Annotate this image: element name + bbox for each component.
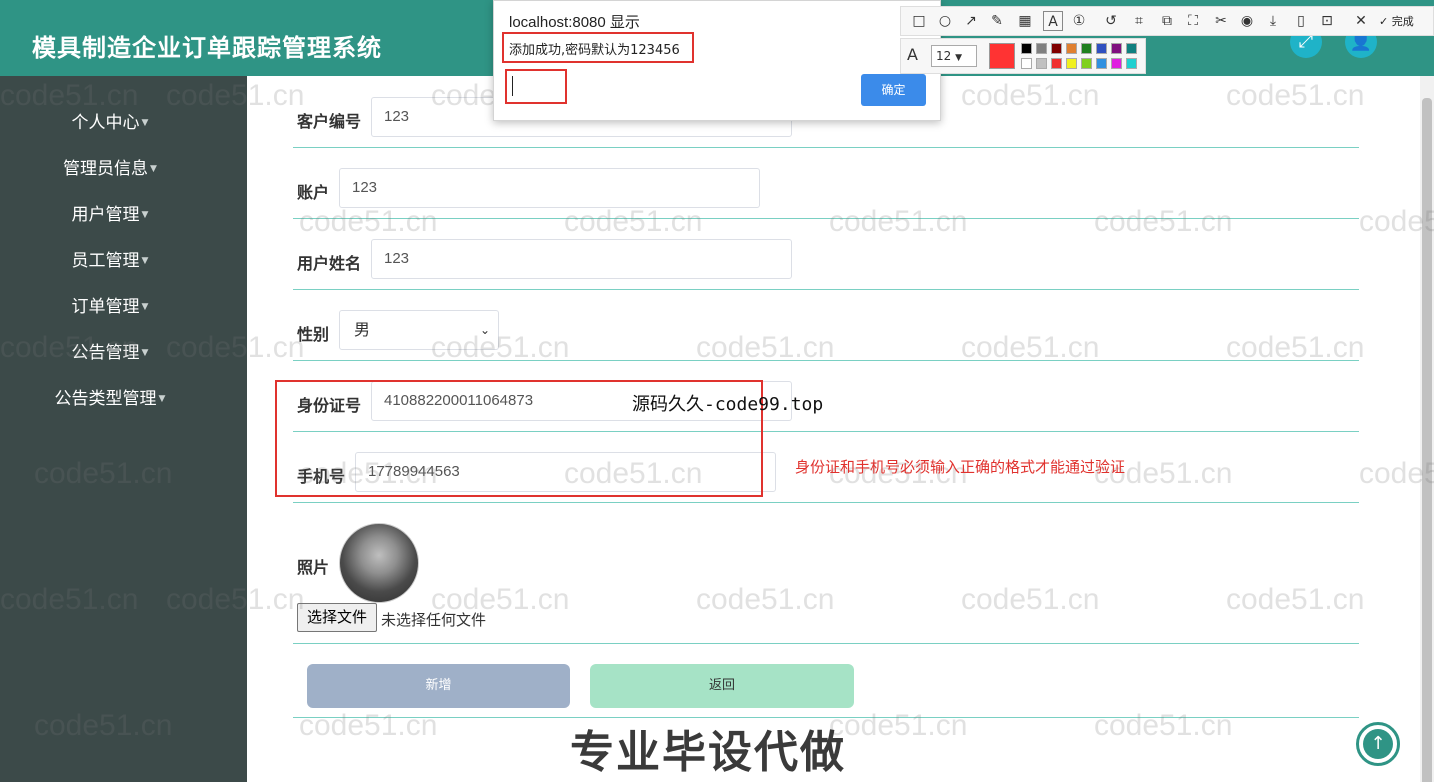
pin-icon[interactable]: ✂ bbox=[1211, 11, 1231, 31]
row-divider bbox=[293, 502, 1359, 503]
source-note: 源码久久-code99.top bbox=[632, 394, 824, 415]
phone-icon[interactable]: ▯ bbox=[1291, 11, 1311, 31]
color-swatch[interactable] bbox=[1051, 43, 1062, 54]
sidebar-item-order-management[interactable]: 订单管理 ▼ bbox=[0, 292, 220, 317]
caret-down-icon: ▼ bbox=[141, 348, 149, 358]
color-swatch[interactable] bbox=[1096, 58, 1107, 69]
caret-down-icon: ▼ bbox=[955, 53, 963, 63]
caret-down-icon: ▼ bbox=[141, 302, 149, 312]
sidebar-item-admin-info[interactable]: 管理员信息 ▼ bbox=[0, 154, 220, 179]
add-button[interactable]: 新增 bbox=[307, 664, 570, 708]
color-swatch[interactable] bbox=[1111, 58, 1122, 69]
text-icon[interactable]: A bbox=[1043, 11, 1063, 31]
color-swatch[interactable] bbox=[1126, 43, 1137, 54]
sidebar bbox=[0, 76, 247, 782]
color-swatch[interactable] bbox=[1126, 58, 1137, 69]
caret-down-icon: ▼ bbox=[141, 256, 149, 266]
font-size-select[interactable]: 12 ▼ bbox=[931, 45, 977, 67]
download-icon[interactable]: ⤓ bbox=[1263, 11, 1283, 31]
choose-file-button[interactable]: 选择文件 bbox=[297, 603, 377, 632]
caret-down-icon: ▼ bbox=[141, 210, 149, 220]
circle-icon[interactable]: ○ bbox=[935, 11, 955, 31]
sidebar-item-user-management[interactable]: 用户管理 ▼ bbox=[0, 200, 220, 225]
color-swatch[interactable] bbox=[1036, 58, 1047, 69]
record-icon[interactable]: ◉ bbox=[1237, 11, 1257, 31]
avatar bbox=[339, 523, 419, 603]
check-icon: ✓ bbox=[1379, 15, 1389, 28]
user-name-input[interactable]: 123 bbox=[371, 239, 792, 279]
file-status: 未选择任何文件 bbox=[381, 611, 487, 629]
scrollbar[interactable] bbox=[1420, 76, 1434, 782]
row-divider bbox=[293, 218, 1359, 219]
sidebar-item-notice-management[interactable]: 公告管理 ▼ bbox=[0, 338, 220, 363]
dialog-title: localhost:8080 显示 bbox=[509, 14, 640, 31]
sidebar-item-label: 个人中心 bbox=[71, 113, 140, 133]
gender-selected-value: 男 bbox=[354, 320, 371, 339]
dialog-ok-button[interactable]: 确定 bbox=[861, 74, 926, 106]
done-label: 完成 bbox=[1391, 15, 1414, 28]
app-title: 模具制造企业订单跟踪管理系统 bbox=[32, 34, 382, 62]
highlight-box bbox=[502, 32, 694, 63]
pen-icon[interactable]: ✎ bbox=[987, 11, 1007, 31]
rectangle-icon[interactable]: □ bbox=[909, 11, 929, 31]
close-icon[interactable]: ✕ bbox=[1351, 11, 1371, 31]
sidebar-item-notice-type-management[interactable]: 公告类型管理 ▼ bbox=[0, 384, 220, 409]
row-divider bbox=[293, 147, 1359, 148]
sidebar-item-label: 公告管理 bbox=[71, 343, 140, 363]
chevron-down-icon: ⌄ bbox=[479, 323, 490, 337]
number-icon[interactable]: ① bbox=[1069, 11, 1089, 31]
color-swatch[interactable] bbox=[1081, 58, 1092, 69]
arrow-icon[interactable]: ↗ bbox=[961, 11, 981, 31]
undo-icon[interactable]: ↺ bbox=[1101, 11, 1121, 31]
font-size-value: 12 bbox=[936, 49, 952, 63]
color-swatch[interactable] bbox=[1066, 43, 1077, 54]
account-input[interactable]: 123 bbox=[339, 168, 760, 208]
scrollbar-thumb[interactable] bbox=[1422, 98, 1432, 782]
caret-down-icon: ▼ bbox=[150, 164, 157, 174]
color-palette: A 12 ▼ bbox=[900, 38, 1146, 74]
done-button[interactable]: ✓ 完成 bbox=[1379, 13, 1414, 29]
sidebar-item-label: 管理员信息 bbox=[63, 159, 149, 179]
promo-text: 专业毕设代做 bbox=[570, 727, 846, 778]
color-swatch[interactable] bbox=[1081, 43, 1092, 54]
sidebar-item-staff-management[interactable]: 员工管理 ▼ bbox=[0, 246, 220, 271]
row-divider bbox=[293, 289, 1359, 290]
ocr-icon[interactable]: ⧉ bbox=[1157, 11, 1177, 31]
text-cursor bbox=[512, 76, 513, 96]
sidebar-item-label: 用户管理 bbox=[71, 205, 140, 225]
color-swatch[interactable] bbox=[1021, 43, 1032, 54]
color-swatch[interactable] bbox=[1111, 43, 1122, 54]
color-swatch[interactable] bbox=[1021, 58, 1032, 69]
sidebar-item-label: 员工管理 bbox=[71, 251, 140, 271]
color-swatch[interactable] bbox=[1036, 43, 1047, 54]
account-label: 账户 bbox=[297, 183, 330, 202]
customer-no-label: 客户编号 bbox=[297, 112, 362, 131]
color-swatch[interactable] bbox=[1066, 58, 1077, 69]
bookmark-icon[interactable]: ⊡ bbox=[1317, 11, 1337, 31]
mosaic-icon[interactable]: ▦ bbox=[1015, 11, 1035, 31]
gender-select[interactable]: 男 ⌄ bbox=[339, 310, 499, 350]
row-divider bbox=[293, 360, 1359, 361]
scan-icon[interactable]: ⛶ bbox=[1183, 11, 1203, 31]
gender-label: 性别 bbox=[297, 325, 330, 344]
caret-down-icon: ▼ bbox=[158, 394, 166, 404]
back-to-top-button[interactable]: ↑ bbox=[1356, 722, 1400, 766]
back-button[interactable]: 返回 bbox=[590, 664, 854, 708]
sidebar-item-personal-center[interactable]: 个人中心 ▼ bbox=[0, 108, 220, 133]
color-swatch[interactable] bbox=[1096, 43, 1107, 54]
photo-label: 照片 bbox=[297, 558, 330, 577]
color-swatch[interactable] bbox=[1051, 58, 1062, 69]
validation-warning: 身份证和手机号必须输入正确的格式才能通过验证 bbox=[795, 458, 1126, 476]
caret-down-icon: ▼ bbox=[141, 118, 149, 128]
user-name-label: 用户姓名 bbox=[297, 254, 362, 273]
sidebar-item-label: 公告类型管理 bbox=[54, 389, 157, 409]
highlight-box bbox=[505, 69, 567, 104]
font-size-icon: A bbox=[907, 45, 918, 64]
annotation-toolbar: □ ○ ↗ ✎ ▦ A ① ↺ ⌗ ⧉ ⛶ ✂ ◉ ⤓ ▯ ⊡ ✕ ✓ 完成 bbox=[900, 6, 1434, 36]
sidebar-item-label: 订单管理 bbox=[71, 297, 140, 317]
arrow-up-icon: ↑ bbox=[1363, 729, 1393, 759]
crop-icon[interactable]: ⌗ bbox=[1129, 11, 1149, 31]
row-divider bbox=[293, 643, 1359, 644]
current-color[interactable] bbox=[989, 43, 1015, 69]
